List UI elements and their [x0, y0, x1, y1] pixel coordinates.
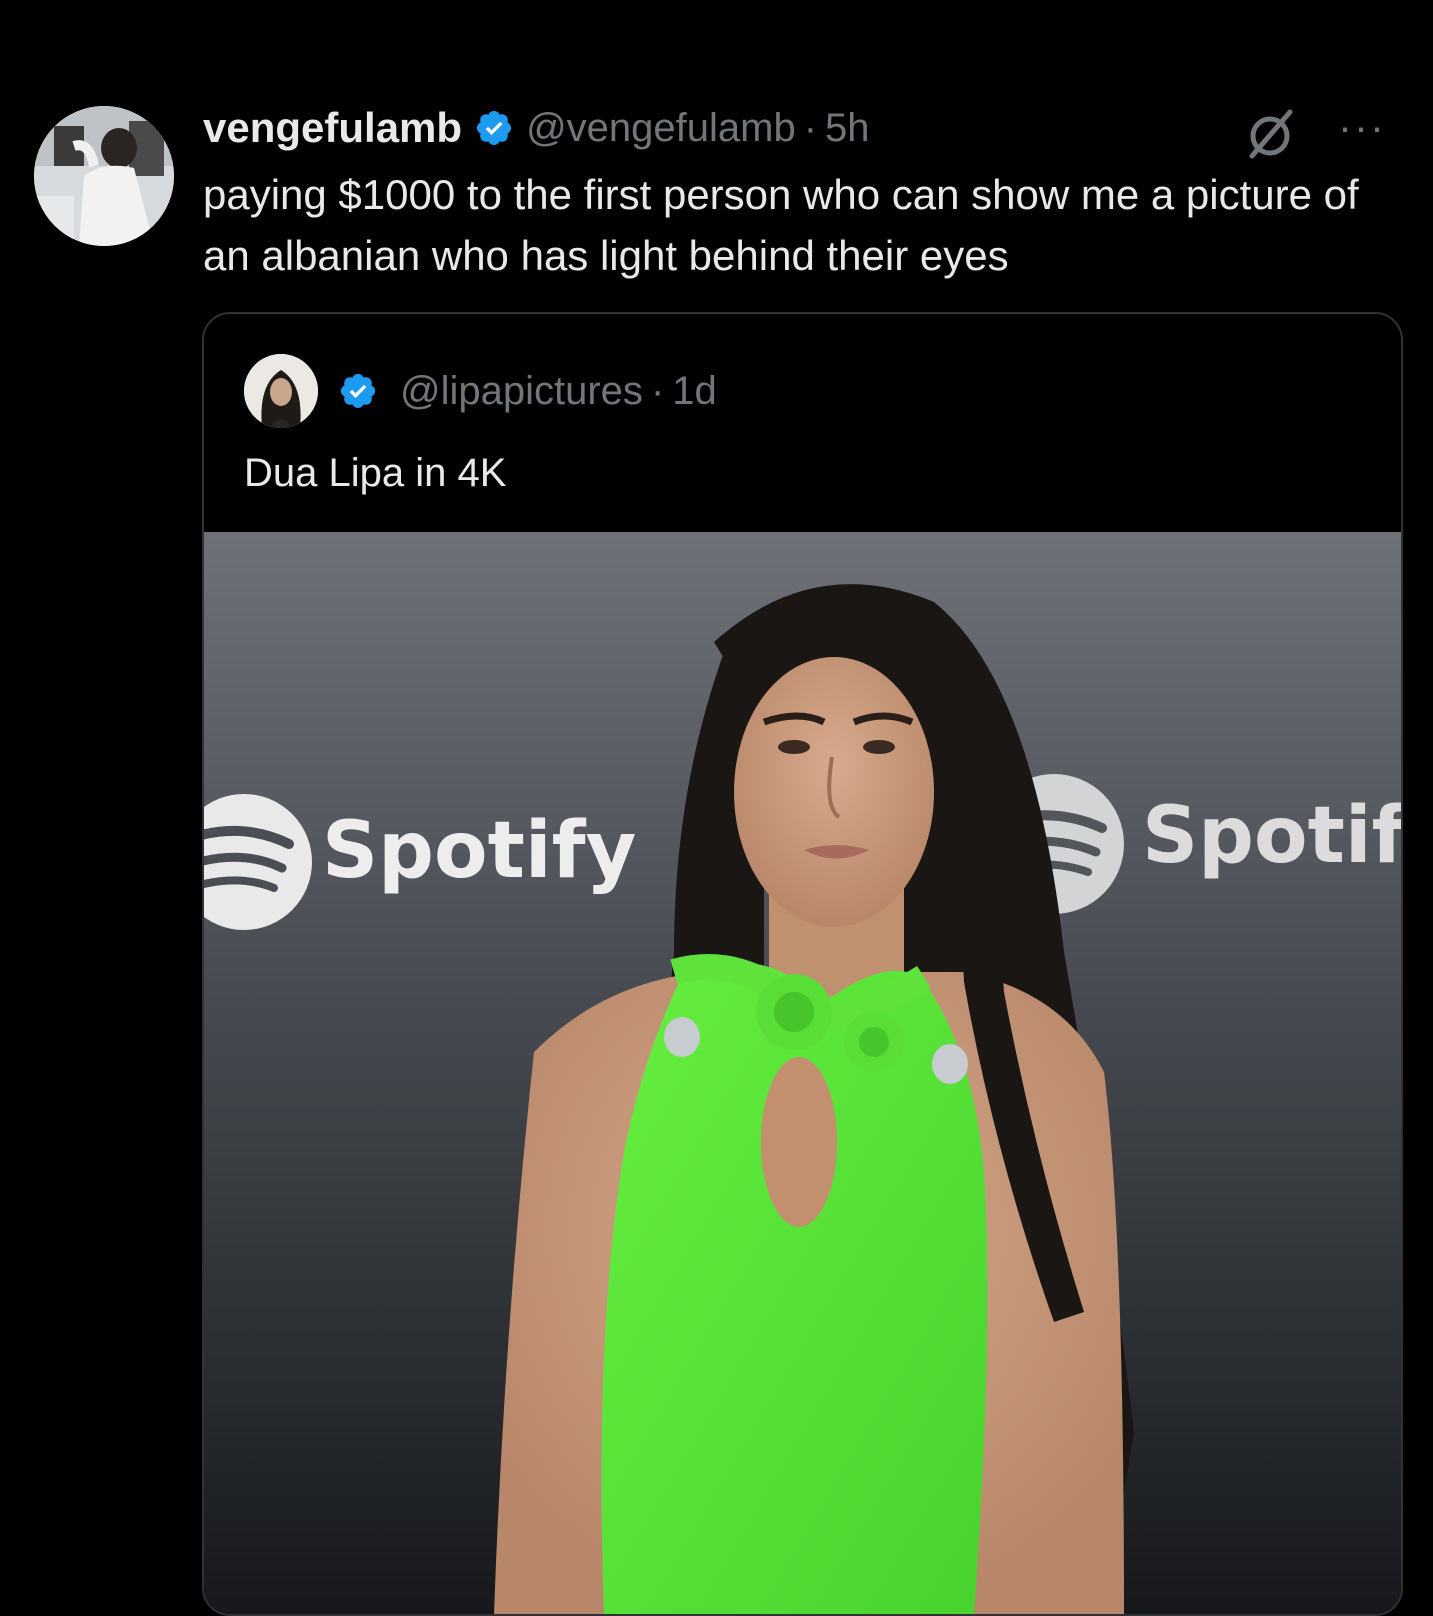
grok-icon[interactable]: [1242, 106, 1298, 162]
author-display-name[interactable]: vengefulamb: [203, 104, 462, 152]
verified-badge-icon: [340, 373, 376, 409]
quoted-author-avatar[interactable]: [244, 354, 318, 428]
verified-badge-icon: [476, 110, 512, 146]
author-avatar[interactable]: [34, 106, 174, 246]
meta-separator: ·: [803, 105, 818, 150]
quoted-tweet-text: Dua Lipa in 4K: [244, 451, 507, 495]
quoted-tweet[interactable]: @lipapictures · 1d Dua Lipa in 4K Spotif…: [202, 312, 1403, 1616]
tweet[interactable]: vengefulamb @vengefulamb · 5h ··· paying…: [0, 0, 1433, 1616]
meta-separator: ·: [650, 368, 665, 413]
quoted-tweet-photo[interactable]: Spotify Spotif: [204, 532, 1401, 1614]
quoted-author-handle[interactable]: @lipapictures: [400, 369, 643, 414]
spotify-wordmark: Spotif: [1142, 791, 1401, 881]
quoted-tweet-header: @lipapictures · 1d: [338, 364, 717, 418]
tweet-header: vengefulamb @vengefulamb · 5h: [203, 100, 870, 156]
tweet-timestamp[interactable]: 5h: [825, 106, 870, 151]
more-options-icon[interactable]: ···: [1338, 106, 1386, 148]
quoted-tweet-timestamp[interactable]: 1d: [672, 369, 717, 414]
author-handle[interactable]: @vengefulamb: [526, 106, 796, 151]
tweet-text: paying $1000 to the first person who can…: [203, 171, 1359, 279]
spotify-wordmark: Spotify: [322, 806, 636, 896]
